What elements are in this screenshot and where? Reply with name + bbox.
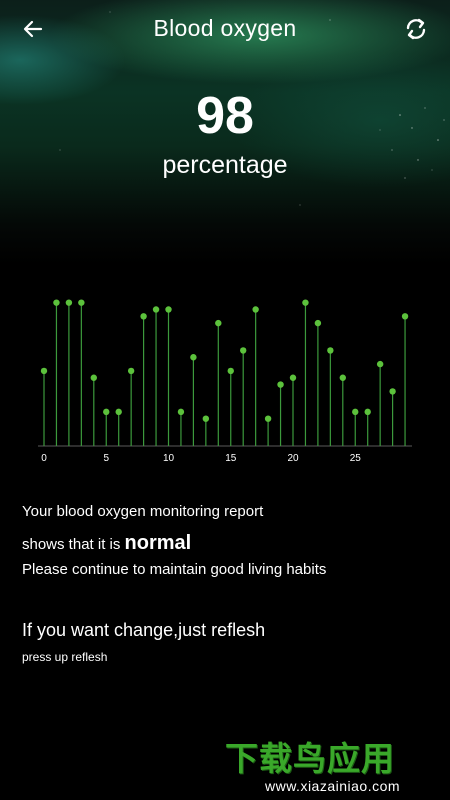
watermark-logo: 下载鸟应用	[225, 740, 395, 777]
chart-point	[165, 306, 172, 313]
chart-point	[152, 306, 160, 313]
report-line-1: Your blood oxygen monitoring report	[22, 503, 264, 520]
monitoring-report: Your blood oxygen monitoring report show…	[22, 502, 432, 588]
chart-point	[40, 367, 48, 375]
refresh-button[interactable]	[400, 13, 432, 45]
x-tick-label: 0	[41, 453, 47, 464]
chart-point	[364, 408, 371, 416]
oxygen-history-chart: 0 5 10 15 20 25	[38, 299, 412, 464]
chart-point	[127, 367, 135, 375]
x-tick-label: 20	[287, 453, 299, 464]
chart-point	[103, 408, 110, 416]
x-tick-label: 25	[350, 453, 362, 464]
x-tick-label: 10	[163, 453, 175, 464]
refresh-hint-title: If you want change,just reflesh	[22, 620, 266, 640]
report-line-2-prefix: shows that it is	[22, 536, 125, 553]
chart-point	[252, 306, 259, 313]
chart-point	[202, 415, 210, 422]
watermark-url: www.xiazainiao.com	[265, 778, 401, 794]
chart-point	[215, 319, 222, 327]
page-title: Blood oxygen	[153, 15, 297, 41]
chart-point	[190, 354, 197, 361]
chart-point	[65, 299, 73, 306]
refresh-hint-subtitle: press up reflesh	[22, 650, 108, 664]
chart-point	[277, 381, 284, 388]
chart-point	[302, 299, 309, 306]
chart-point	[314, 319, 322, 327]
chart-point	[140, 313, 147, 320]
oxygen-unit: percentage	[162, 151, 288, 179]
chart-point	[389, 388, 396, 395]
chart-point	[327, 347, 334, 354]
chart-point	[264, 415, 272, 422]
oxygen-value: 98	[196, 87, 254, 145]
chart-point	[289, 374, 297, 381]
chart-point	[376, 360, 384, 368]
chart-point	[115, 408, 122, 416]
chart-point	[240, 347, 247, 354]
top-bar: Blood oxygen	[0, 0, 450, 60]
refresh-icon	[406, 18, 426, 40]
status-badge: normal	[124, 532, 192, 554]
chart-point	[401, 313, 409, 320]
chart-point	[177, 408, 185, 416]
chart-point	[227, 367, 234, 375]
chart-point	[53, 299, 60, 306]
report-line-2: shows that it is normal	[22, 530, 432, 560]
chart-point	[78, 299, 85, 306]
x-tick-label: 5	[103, 453, 109, 464]
watermark: 下载鸟应用 www.xiazainiao.com	[225, 732, 445, 798]
report-line-3: Please continue to maintain good living …	[22, 561, 327, 578]
chart-point	[352, 408, 359, 416]
chart-point	[339, 374, 346, 381]
chart-point	[90, 374, 98, 381]
x-tick-label: 15	[225, 453, 237, 464]
